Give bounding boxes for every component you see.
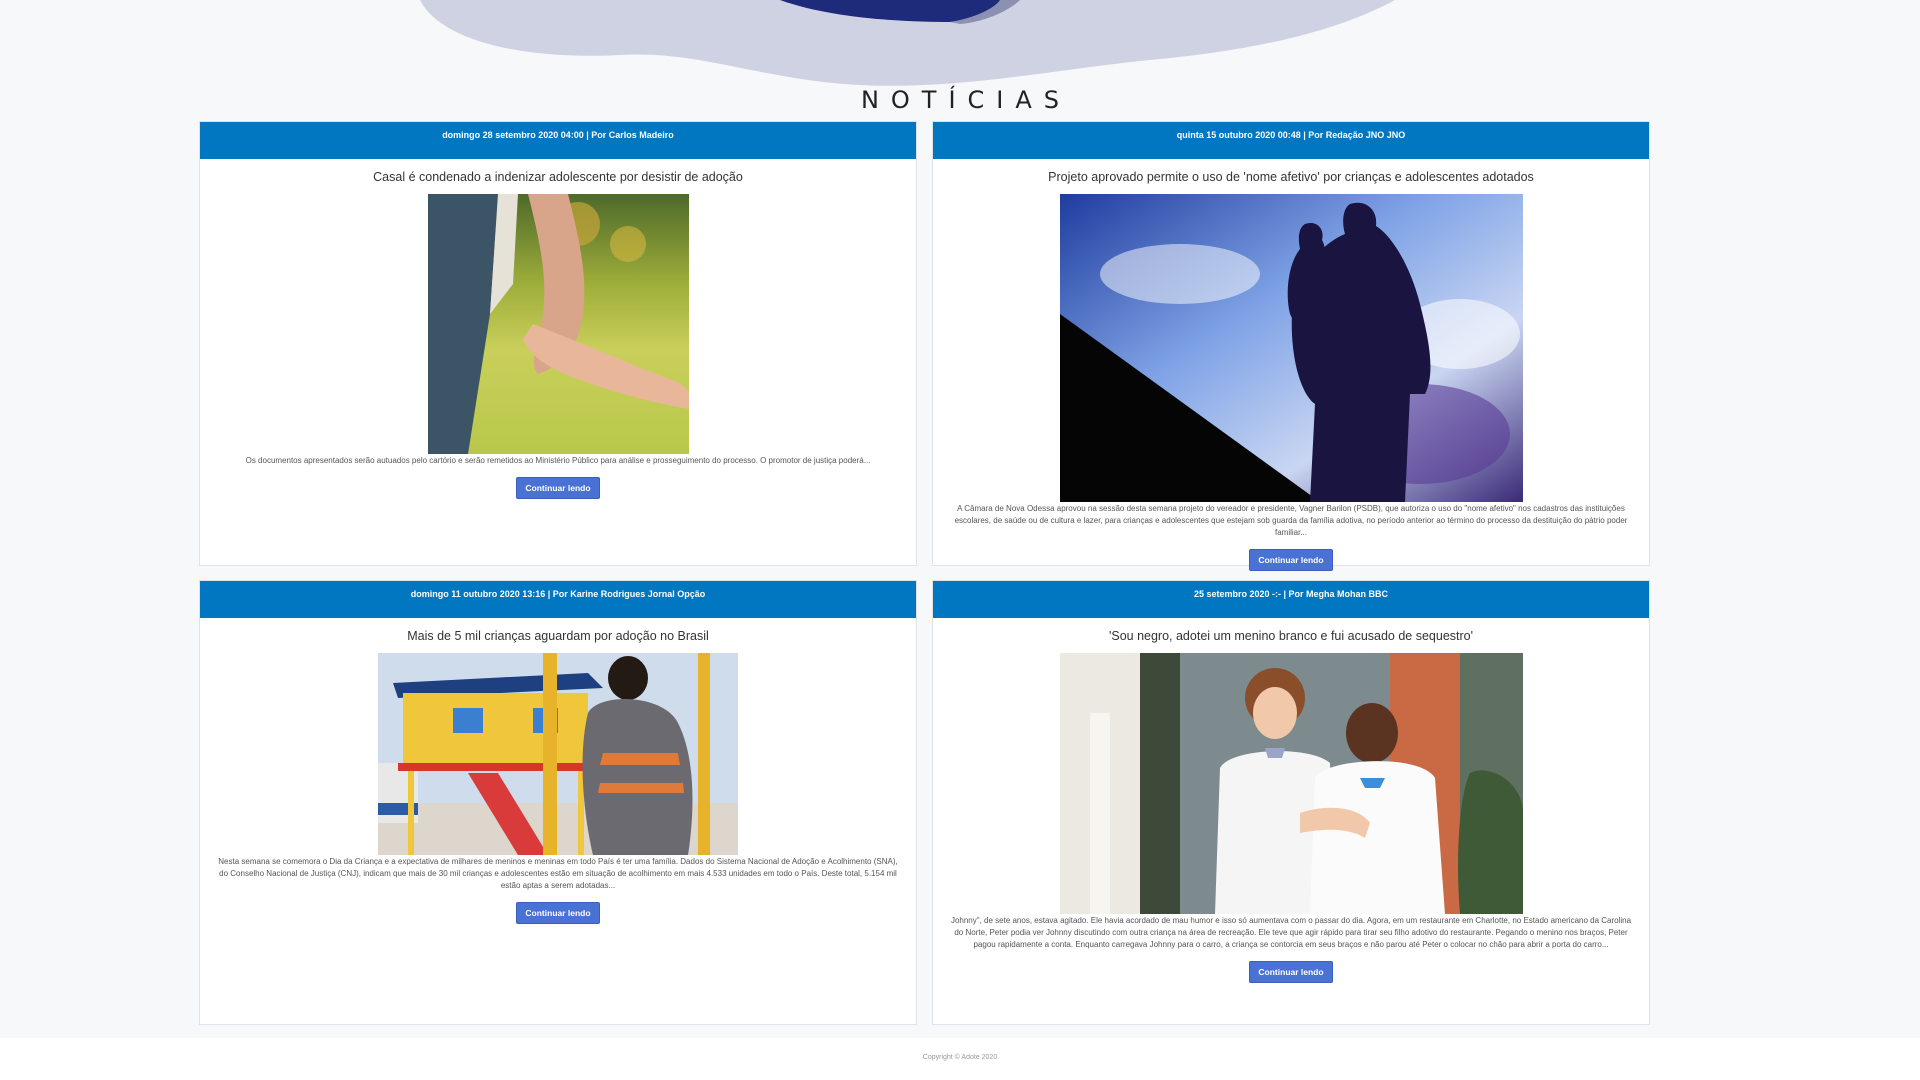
card-excerpt: Os documentos apresentados serão autuado… — [245, 456, 871, 465]
card-image[interactable] — [378, 653, 738, 855]
hero-wave-shape — [420, 0, 1395, 86]
continue-reading-button[interactable]: Continuar lendo — [516, 902, 600, 924]
card-excerpt: Nesta semana se comemora o Dia da Crianç… — [218, 857, 898, 890]
copyright-text: Copyright © Adote 2020 — [922, 1054, 998, 1061]
news-card: 25 setembro 2020 -:- | Por Megha Mohan B… — [932, 580, 1650, 1025]
card-image[interactable] — [427, 194, 689, 454]
card-title[interactable]: Casal é condenado a indenizar adolescent… — [200, 170, 916, 188]
news-card: domingo 11 outubro 2020 13:16 | Por Kari… — [199, 580, 917, 1025]
hero-banner-bottom — [0, 0, 1920, 100]
card-title[interactable]: Mais de 5 mil crianças aguardam por adoç… — [200, 629, 916, 647]
card-meta: domingo 11 outubro 2020 13:16 | Por Kari… — [200, 581, 916, 618]
news-card: quinta 15 outubro 2020 00:48 | Por Redaç… — [932, 121, 1650, 571]
card-excerpt: A Câmara de Nova Odessa aprovou na sessã… — [954, 504, 1628, 537]
card-meta: 25 setembro 2020 -:- | Por Megha Mohan B… — [933, 581, 1649, 618]
card-meta: domingo 28 setembro 2020 04:00 | Por Car… — [200, 122, 916, 159]
card-title[interactable]: Projeto aprovado permite o uso de 'nome … — [933, 170, 1649, 188]
card-image[interactable] — [1059, 194, 1523, 502]
card-excerpt: Johnny", de sete anos, estava agitado. E… — [950, 916, 1632, 949]
section-title: NOTÍCIAS — [860, 86, 1072, 114]
continue-reading-button[interactable]: Continuar lendo — [1249, 961, 1333, 983]
card-image[interactable] — [1059, 653, 1523, 914]
news-card: domingo 28 setembro 2020 04:00 | Por Car… — [199, 121, 917, 566]
continue-reading-button[interactable]: Continuar lendo — [1249, 549, 1333, 571]
footer: Copyright © Adote 2020 — [0, 1038, 1920, 1080]
continue-reading-button[interactable]: Continuar lendo — [516, 477, 600, 499]
card-title[interactable]: 'Sou negro, adotei um menino branco e fu… — [933, 629, 1649, 647]
card-meta: quinta 15 outubro 2020 00:48 | Por Redaç… — [933, 122, 1649, 159]
